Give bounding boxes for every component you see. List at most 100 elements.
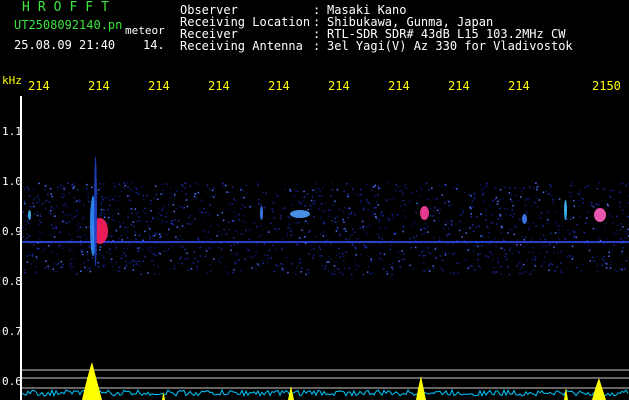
noise-pixel [45,260,47,262]
noise-pixel [34,272,37,275]
noise-pixel [535,225,537,227]
noise-pixel [73,182,75,185]
noise-pixel [602,188,605,190]
noise-pixel [491,253,493,255]
noise-pixel [511,209,513,211]
noise-pixel [625,237,627,240]
noise-pixel [53,271,55,273]
noise-pixel [26,186,29,188]
noise-pixel [179,257,181,260]
noise-pixel [128,262,131,264]
noise-pixel [604,229,606,231]
noise-pixel [377,204,379,206]
noise-pixel [186,223,189,225]
noise-pixel [516,244,519,246]
noise-pixel [589,271,592,273]
noise-pixel [197,183,199,186]
noise-pixel [43,201,46,204]
noise-pixel [558,232,560,234]
noise-pixel [240,197,243,199]
noise-pixel [262,262,265,264]
noise-pixel [548,264,550,267]
noise-pixel [610,196,612,198]
noise-pixel [444,201,446,204]
noise-pixel [236,252,239,254]
noise-pixel [501,198,504,200]
noise-pixel [172,204,175,206]
noise-pixel [336,254,338,256]
noise-pixel [572,182,574,185]
noise-pixel [230,244,232,247]
noise-pixel [80,243,82,246]
noise-pixel [248,238,251,241]
noise-pixel [609,190,612,192]
noise-pixel [199,256,202,258]
noise-pixel [485,184,488,186]
noise-pixel [369,273,372,275]
noise-pixel [354,212,356,214]
noise-pixel [560,251,562,253]
noise-pixel [79,249,82,251]
noise-pixel [616,270,618,273]
noise-pixel [550,185,552,188]
noise-pixel [173,267,176,270]
noise-pixel [210,270,212,273]
noise-pixel [103,183,105,185]
noise-pixel [496,223,498,225]
noise-pixel [135,192,138,194]
noise-pixel [467,249,469,251]
noise-pixel [570,195,572,197]
noise-pixel [424,228,427,230]
noise-pixel [319,217,322,220]
noise-pixel [613,233,615,235]
noise-pixel [509,228,511,230]
noise-pixel [69,264,71,267]
noise-pixel [319,190,321,192]
noise-pixel [330,195,332,197]
noise-pixel [227,202,230,204]
noise-pixel [84,233,86,236]
noise-pixel [303,190,305,193]
noise-pixel [561,213,563,216]
noise-pixel [543,261,546,263]
noise-pixel [486,182,488,185]
noise-pixel [609,264,612,266]
noise-pixel [529,186,531,188]
noise-pixel [326,261,328,263]
noise-pixel [263,243,266,245]
noise-pixel [213,258,215,260]
noise-pixel [80,226,82,228]
noise-pixel [244,258,246,260]
noise-pixel [533,263,535,265]
noise-pixel [272,201,275,204]
noise-pixel [147,225,149,227]
noise-pixel [137,250,140,252]
noise-pixel [81,218,84,220]
noise-pixel [170,259,172,262]
noise-pixel [382,268,385,270]
noise-pixel [125,263,128,266]
noise-pixel [127,186,129,188]
noise-pixel [496,257,499,259]
noise-pixel [157,265,159,268]
noise-pixel [114,195,117,198]
noise-pixel [401,250,403,252]
noise-pixel [318,246,321,248]
noise-pixel [189,185,191,187]
noise-pixel [142,239,144,242]
noise-pixel [328,261,330,263]
noise-pixel [522,263,525,266]
noise-pixel [174,193,176,196]
noise-pixel [491,199,494,202]
noise-pixel [472,250,475,252]
noise-pixel [123,182,125,184]
noise-pixel [267,257,269,260]
noise-pixel [525,211,528,213]
noise-pixel [26,261,29,263]
noise-pixel [363,229,365,231]
noise-pixel [513,233,515,236]
noise-pixel [619,191,621,193]
noise-pixel [301,238,303,240]
noise-pixel [314,182,317,185]
noise-pixel [81,251,83,253]
